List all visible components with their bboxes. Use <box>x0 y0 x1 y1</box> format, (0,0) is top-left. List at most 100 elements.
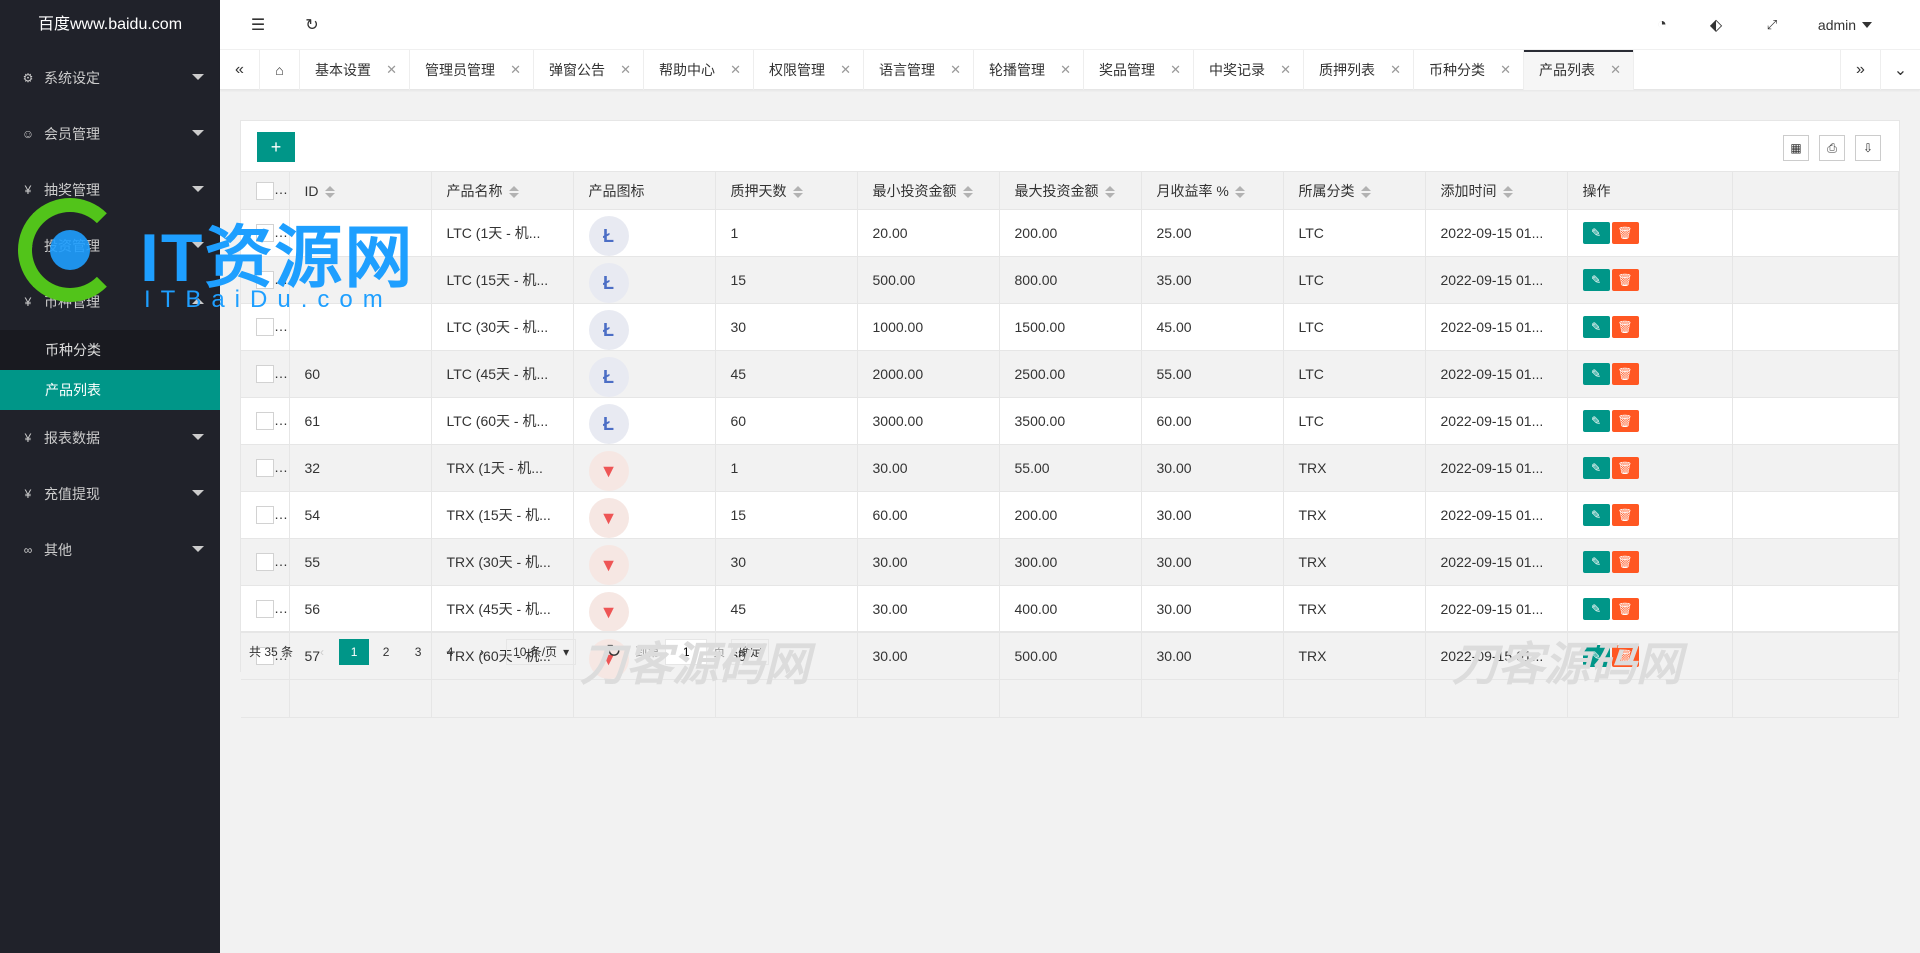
close-icon[interactable]: ✕ <box>1610 50 1621 90</box>
select-all-checkbox[interactable] <box>256 181 274 200</box>
sort-icon[interactable] <box>792 185 803 198</box>
sort-icon[interactable] <box>324 185 335 198</box>
sort-icon[interactable] <box>1502 185 1513 198</box>
refresh-icon[interactable]: ↻ <box>292 0 332 50</box>
edit-button[interactable]: ✎ <box>1582 222 1610 244</box>
sidebar-item-reports[interactable]: ¥ 报表数据 <box>0 410 220 466</box>
export-icon[interactable]: ⇩ <box>1855 135 1881 161</box>
sidebar-item-currency[interactable]: ¥ 币种管理 <box>0 274 220 330</box>
edit-button[interactable]: ✎ <box>1582 410 1610 432</box>
sort-icon[interactable] <box>962 185 973 198</box>
close-icon[interactable]: ✕ <box>510 50 521 90</box>
close-icon[interactable]: ✕ <box>1500 50 1511 90</box>
tab-item[interactable]: 质押列表 ✕ <box>1304 50 1414 90</box>
close-icon[interactable]: ✕ <box>386 50 397 90</box>
theme-icon[interactable]: ◔ <box>1642 0 1682 50</box>
close-icon[interactable]: ✕ <box>1280 50 1291 90</box>
tab-item[interactable]: 轮播管理 ✕ <box>974 50 1084 90</box>
goto-page-input[interactable] <box>665 638 708 665</box>
edit-button[interactable]: ✎ <box>1582 598 1610 620</box>
column-header[interactable]: 产品名称 <box>431 171 574 210</box>
sort-icon[interactable] <box>508 185 519 198</box>
sidebar-item-system[interactable]: ⚙ 系统设定 <box>0 50 220 106</box>
sidebar-item-members[interactable]: ☺ 会员管理 <box>0 106 220 162</box>
app-logo[interactable]: 百度www.baidu.com <box>0 0 220 50</box>
page-button[interactable]: 4 <box>435 639 465 665</box>
column-header[interactable]: 最大投资金额 <box>999 171 1142 210</box>
tabs-scroll-right-icon[interactable]: » <box>1840 50 1880 90</box>
sort-icon[interactable] <box>1360 185 1371 198</box>
column-header[interactable]: 月收益率 % <box>1141 171 1284 210</box>
tab-item[interactable]: 语言管理 ✕ <box>864 50 974 90</box>
row-checkbox[interactable] <box>256 365 274 384</box>
delete-button[interactable]: 🗑 <box>1611 222 1639 244</box>
sidebar-item-invest[interactable]: ⚙ 投资管理 <box>0 218 220 274</box>
delete-button[interactable]: 🗑 <box>1611 363 1639 385</box>
delete-button[interactable]: 🗑 <box>1611 457 1639 479</box>
tab-item[interactable]: 权限管理 ✕ <box>754 50 864 90</box>
sidebar-subitem-product-list[interactable]: 产品列表 <box>0 370 220 410</box>
delete-button[interactable]: 🗑 <box>1611 269 1639 291</box>
row-checkbox[interactable] <box>256 506 274 525</box>
close-icon[interactable]: ✕ <box>1060 50 1071 90</box>
column-header[interactable]: 最小投资金额 <box>857 171 1000 210</box>
column-header[interactable]: ID <box>289 171 432 210</box>
column-header[interactable]: 质押天数 <box>715 171 858 210</box>
row-checkbox[interactable] <box>256 224 274 243</box>
delete-button[interactable]: 🗑 <box>1611 410 1639 432</box>
column-header[interactable]: 所属分类 <box>1283 171 1426 210</box>
print-icon[interactable]: ⎙ <box>1819 135 1845 161</box>
edit-button[interactable]: ✎ <box>1582 504 1610 526</box>
row-checkbox[interactable] <box>256 459 274 478</box>
sidebar-subitem-currency-category[interactable]: 币种分类 <box>0 330 220 370</box>
tab-item[interactable]: 弹窗公告 ✕ <box>534 50 644 90</box>
close-icon[interactable]: ✕ <box>1390 50 1401 90</box>
close-icon[interactable]: ✕ <box>730 50 741 90</box>
sort-icon[interactable] <box>1104 185 1115 198</box>
tab-item[interactable]: 帮助中心 ✕ <box>644 50 754 90</box>
close-icon[interactable]: ✕ <box>1170 50 1181 90</box>
close-icon[interactable]: ✕ <box>620 50 631 90</box>
home-icon[interactable]: ⌂ <box>260 50 300 90</box>
delete-button[interactable]: 🗑 <box>1611 504 1639 526</box>
row-checkbox[interactable] <box>256 271 274 290</box>
tabs-scroll-left-icon[interactable]: « <box>220 50 260 90</box>
row-checkbox[interactable] <box>256 600 274 619</box>
edit-button[interactable]: ✎ <box>1582 551 1610 573</box>
tag-icon[interactable]: ⬖ <box>1696 0 1736 50</box>
page-button[interactable]: 1 <box>339 638 370 665</box>
sort-icon[interactable] <box>1234 185 1245 198</box>
sidebar-item-lottery[interactable]: ¥ 抽奖管理 <box>0 162 220 218</box>
sidebar-item-other[interactable]: ∞ 其他 <box>0 522 220 578</box>
row-checkbox[interactable] <box>256 318 274 337</box>
fullscreen-icon[interactable]: ⤢ <box>1752 0 1792 50</box>
close-icon[interactable]: ✕ <box>840 50 851 90</box>
delete-button[interactable]: 🗑 <box>1611 316 1639 338</box>
goto-confirm-button[interactable]: 确定 <box>731 638 770 665</box>
collapse-menu-icon[interactable]: ☰ <box>238 0 278 50</box>
page-button[interactable]: 2 <box>371 639 401 665</box>
tab-item[interactable]: 中奖记录 ✕ <box>1194 50 1304 90</box>
edit-button[interactable]: ✎ <box>1582 316 1610 338</box>
close-icon[interactable]: ✕ <box>950 50 961 90</box>
refresh-icon[interactable]: ↻ <box>606 641 621 662</box>
row-checkbox[interactable] <box>256 412 274 431</box>
column-header[interactable]: 添加时间 <box>1425 171 1568 210</box>
delete-button[interactable]: 🗑 <box>1611 551 1639 573</box>
tab-item[interactable]: 奖品管理 ✕ <box>1084 50 1194 90</box>
tab-item[interactable]: 产品列表 ✕ <box>1524 50 1634 90</box>
tabs-menu-icon[interactable]: ⌄ <box>1880 50 1920 90</box>
user-menu[interactable]: admin <box>1800 0 1890 50</box>
edit-button[interactable]: ✎ <box>1582 363 1610 385</box>
sidebar-item-deposit[interactable]: ¥ 充值提现 <box>0 466 220 522</box>
page-button[interactable]: 3 <box>403 639 433 665</box>
tab-item[interactable]: 基本设置 ✕ <box>300 50 410 90</box>
next-page-icon[interactable]: › <box>467 639 497 665</box>
prev-page-icon[interactable]: ‹ <box>307 639 337 665</box>
add-button[interactable]: + <box>257 132 295 162</box>
page-size-select[interactable]: 10 条/页 ▾ <box>506 638 577 665</box>
delete-button[interactable]: 🗑 <box>1611 598 1639 620</box>
edit-button[interactable]: ✎ <box>1582 269 1610 291</box>
tab-item[interactable]: 管理员管理 ✕ <box>410 50 534 90</box>
columns-icon[interactable]: ▦ <box>1783 135 1809 161</box>
